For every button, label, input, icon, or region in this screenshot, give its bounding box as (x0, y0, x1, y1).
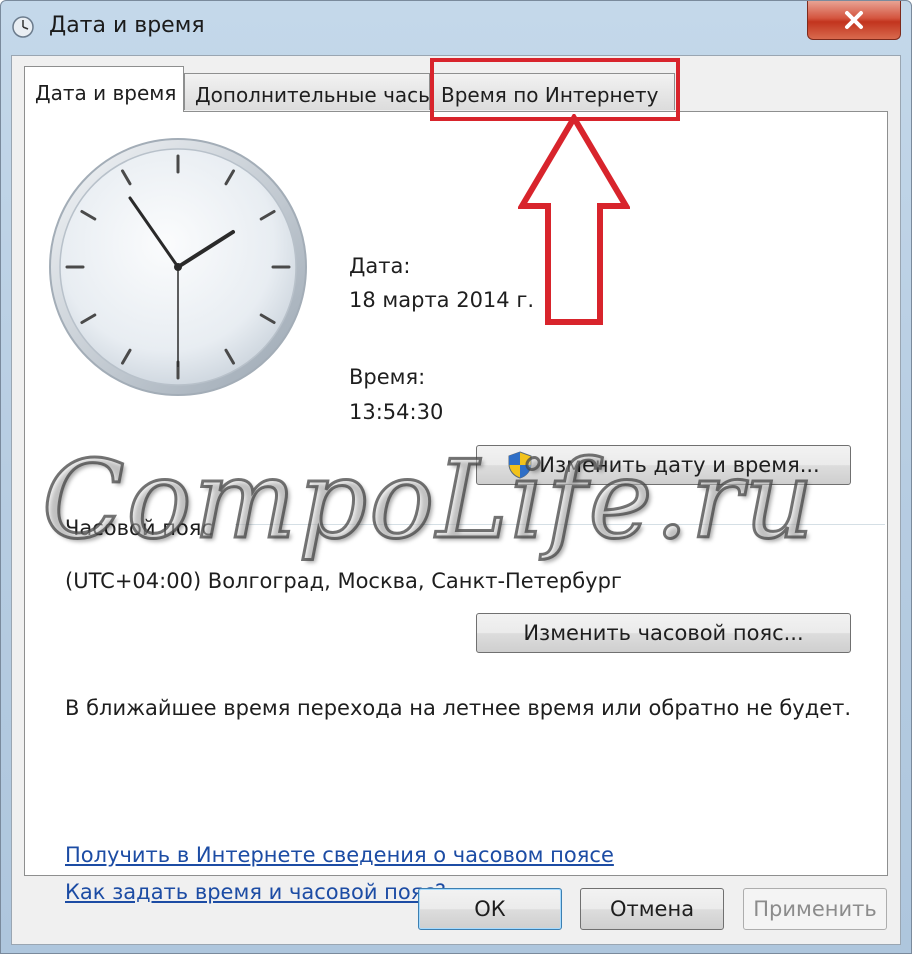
timezone-info-link[interactable]: Получить в Интернете сведения о часовом … (65, 843, 614, 867)
timezone-value: (UTC+04:00) Волгоград, Москва, Санкт-Пет… (65, 569, 622, 593)
title-bar[interactable]: Дата и время (1, 1, 911, 53)
apply-button[interactable]: Применить (743, 888, 887, 930)
change-timezone-label: Изменить часовой пояс... (523, 621, 804, 645)
dialog-body: Дата и время Дополнительные часы Время п… (11, 55, 901, 945)
dst-notice: В ближайшее время перехода на летнее вре… (65, 696, 852, 720)
close-button[interactable] (807, 1, 901, 40)
uac-shield-icon (508, 451, 532, 479)
change-date-time-button[interactable]: Изменить дату и время... (476, 445, 851, 485)
clock-app-icon (12, 16, 34, 38)
tab-panel-date-time: Дата: 18 марта 2014 г. Время: 13:54:30 И… (24, 111, 888, 904)
arrow-up-icon (518, 114, 630, 325)
timezone-separator (235, 524, 885, 525)
tab-additional-clocks[interactable]: Дополнительные часы (184, 73, 434, 110)
close-icon (845, 11, 863, 29)
date-label: Дата: (349, 254, 411, 278)
tab-date-time[interactable]: Дата и время (24, 66, 184, 112)
change-timezone-button[interactable]: Изменить часовой пояс... (476, 613, 851, 653)
time-value: 13:54:30 (349, 400, 444, 424)
ok-button[interactable]: ОК (418, 888, 562, 930)
cancel-button[interactable]: Отмена (580, 888, 724, 930)
date-value: 18 марта 2014 г. (349, 288, 535, 312)
change-date-time-label: Изменить дату и время... (539, 453, 820, 477)
time-label: Время: (349, 365, 426, 389)
time-help-link[interactable]: Как задать время и часовой пояс? (65, 880, 446, 904)
analog-clock (49, 138, 307, 396)
date-time-dialog: Дата и время Дата и время Дополнительные… (0, 0, 912, 954)
window-title: Дата и время (49, 13, 205, 38)
internet-time-highlight (430, 58, 680, 121)
timezone-label: Часовой пояс (65, 516, 213, 540)
